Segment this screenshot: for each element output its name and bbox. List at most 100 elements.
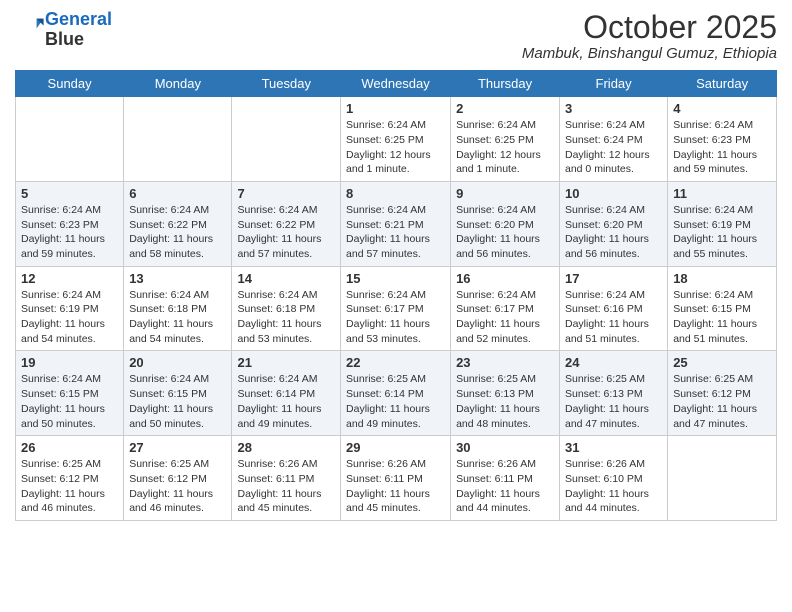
day-info: Sunrise: 6:26 AMSunset: 6:11 PMDaylight:… — [346, 457, 445, 516]
day-number: 4 — [673, 101, 771, 116]
calendar-cell: 24 Sunrise: 6:25 AMSunset: 6:13 PMDayligh… — [560, 351, 668, 436]
calendar-cell: 22Sunrise: 6:25 AMSunset: 6:14 PMDayligh… — [341, 351, 451, 436]
calendar-cell: 9 Sunrise: 6:24 AMSunset: 6:20 PMDaylight… — [451, 181, 560, 266]
day-number: 30 — [456, 440, 554, 455]
calendar-cell: 29 Sunrise: 6:26 AMSunset: 6:11 PMDayligh… — [341, 436, 451, 521]
calendar-cell: 10Sunrise: 6:24 AMSunset: 6:20 PMDayligh… — [560, 181, 668, 266]
day-info: Sunrise: 6:24 AMSunset: 6:20 PMDaylight:… — [456, 203, 554, 262]
calendar-cell: 14Sunrise: 6:24 AMSunset: 6:18 PMDayligh… — [232, 266, 341, 351]
day-number: 5 — [21, 186, 118, 201]
weekday-header-sunday: Sunday — [16, 71, 124, 97]
weekday-header-monday: Monday — [124, 71, 232, 97]
day-info: Sunrise: 6:24 AMSunset: 6:15 PMDaylight:… — [673, 288, 771, 347]
calendar-cell: 23 Sunrise: 6:25 AMSunset: 6:13 PMDayligh… — [451, 351, 560, 436]
day-info: Sunrise: 6:24 AMSunset: 6:19 PMDaylight:… — [673, 203, 771, 262]
day-info: Sunrise: 6:26 AMSunset: 6:11 PMDaylight:… — [237, 457, 335, 516]
day-number: 20 — [129, 355, 226, 370]
day-info: Sunrise: 6:25 AMSunset: 6:12 PMDaylight:… — [673, 372, 771, 431]
calendar-cell — [124, 97, 232, 182]
day-number: 28 — [237, 440, 335, 455]
day-number: 19 — [21, 355, 118, 370]
logo-icon — [17, 13, 45, 41]
day-number: 11 — [673, 186, 771, 201]
calendar-week-row: 26 Sunrise: 6:25 AMSunset: 6:12 PMDayligh… — [16, 436, 777, 521]
weekday-header-thursday: Thursday — [451, 71, 560, 97]
day-number: 2 — [456, 101, 554, 116]
day-info: Sunrise: 6:24 AMSunset: 6:25 PMDaylight:… — [346, 118, 445, 177]
day-number: 9 — [456, 186, 554, 201]
weekday-header-row: SundayMondayTuesdayWednesdayThursdayFrid… — [16, 71, 777, 97]
day-info: Sunrise: 6:24 AMSunset: 6:17 PMDaylight:… — [346, 288, 445, 347]
day-info: Sunrise: 6:26 AMSunset: 6:10 PMDaylight:… — [565, 457, 662, 516]
weekday-header-friday: Friday — [560, 71, 668, 97]
day-number: 25 — [673, 355, 771, 370]
day-number: 3 — [565, 101, 662, 116]
day-info: Sunrise: 6:24 AMSunset: 6:23 PMDaylight:… — [21, 203, 118, 262]
calendar-cell: 7 Sunrise: 6:24 AMSunset: 6:22 PMDaylight… — [232, 181, 341, 266]
calendar-cell: 5 Sunrise: 6:24 AMSunset: 6:23 PMDaylight… — [16, 181, 124, 266]
calendar-cell — [668, 436, 777, 521]
day-number: 7 — [237, 186, 335, 201]
day-number: 12 — [21, 271, 118, 286]
calendar-cell: 8Sunrise: 6:24 AMSunset: 6:21 PMDaylight… — [341, 181, 451, 266]
logo: General Blue — [15, 10, 112, 50]
calendar-cell: 6Sunrise: 6:24 AMSunset: 6:22 PMDaylight… — [124, 181, 232, 266]
day-number: 24 — [565, 355, 662, 370]
calendar-cell: 13 Sunrise: 6:24 AMSunset: 6:18 PMDayligh… — [124, 266, 232, 351]
calendar-cell: 2 Sunrise: 6:24 AMSunset: 6:25 PMDaylight… — [451, 97, 560, 182]
day-info: Sunrise: 6:24 AMSunset: 6:18 PMDaylight:… — [237, 288, 335, 347]
calendar-cell: 26Sunrise: 6:25 AMSunset: 6:12 PMDayligh… — [16, 436, 124, 521]
weekday-header-tuesday: Tuesday — [232, 71, 341, 97]
calendar-week-row: 1 Sunrise: 6:24 AMSunset: 6:25 PMDaylight… — [16, 97, 777, 182]
calendar-cell: 21Sunrise: 6:24 AMSunset: 6:14 PMDayligh… — [232, 351, 341, 436]
calendar-week-row: 5 Sunrise: 6:24 AMSunset: 6:23 PMDaylight… — [16, 181, 777, 266]
title-block: October 2025 Mambuk, Binshangul Gumuz, E… — [522, 10, 777, 62]
day-number: 26 — [21, 440, 118, 455]
day-info: Sunrise: 6:25 AMSunset: 6:12 PMDaylight:… — [129, 457, 226, 516]
day-number: 16 — [456, 271, 554, 286]
day-info: Sunrise: 6:24 AMSunset: 6:15 PMDaylight:… — [21, 372, 118, 431]
calendar-cell: 31 Sunrise: 6:26 AMSunset: 6:10 PMDayligh… — [560, 436, 668, 521]
calendar-cell: 3 Sunrise: 6:24 AMSunset: 6:24 PMDaylight… — [560, 97, 668, 182]
calendar-cell — [232, 97, 341, 182]
logo-text: General Blue — [45, 10, 112, 50]
calendar-cell: 18 Sunrise: 6:24 AMSunset: 6:15 PMDayligh… — [668, 266, 777, 351]
calendar-cell: 15 Sunrise: 6:24 AMSunset: 6:17 PMDayligh… — [341, 266, 451, 351]
calendar-cell: 12Sunrise: 6:24 AMSunset: 6:19 PMDayligh… — [16, 266, 124, 351]
day-number: 21 — [237, 355, 335, 370]
day-info: Sunrise: 6:24 AMSunset: 6:24 PMDaylight:… — [565, 118, 662, 177]
calendar-cell: 20 Sunrise: 6:24 AMSunset: 6:15 PMDayligh… — [124, 351, 232, 436]
day-info: Sunrise: 6:24 AMSunset: 6:22 PMDaylight:… — [129, 203, 226, 262]
weekday-header-saturday: Saturday — [668, 71, 777, 97]
day-number: 13 — [129, 271, 226, 286]
calendar-cell: 11 Sunrise: 6:24 AMSunset: 6:19 PMDayligh… — [668, 181, 777, 266]
calendar-cell — [16, 97, 124, 182]
page: General Blue October 2025 Mambuk, Binsha… — [0, 0, 792, 612]
calendar-week-row: 12Sunrise: 6:24 AMSunset: 6:19 PMDayligh… — [16, 266, 777, 351]
calendar-table: SundayMondayTuesdayWednesdayThursdayFrid… — [15, 70, 777, 521]
day-number: 31 — [565, 440, 662, 455]
day-number: 1 — [346, 101, 445, 116]
weekday-header-wednesday: Wednesday — [341, 71, 451, 97]
calendar-cell: 28 Sunrise: 6:26 AMSunset: 6:11 PMDayligh… — [232, 436, 341, 521]
day-number: 23 — [456, 355, 554, 370]
day-info: Sunrise: 6:24 AMSunset: 6:25 PMDaylight:… — [456, 118, 554, 177]
calendar-cell: 4Sunrise: 6:24 AMSunset: 6:23 PMDaylight… — [668, 97, 777, 182]
day-info: Sunrise: 6:24 AMSunset: 6:15 PMDaylight:… — [129, 372, 226, 431]
day-info: Sunrise: 6:26 AMSunset: 6:11 PMDaylight:… — [456, 457, 554, 516]
day-number: 15 — [346, 271, 445, 286]
day-number: 29 — [346, 440, 445, 455]
day-info: Sunrise: 6:24 AMSunset: 6:17 PMDaylight:… — [456, 288, 554, 347]
calendar-cell: 1 Sunrise: 6:24 AMSunset: 6:25 PMDaylight… — [341, 97, 451, 182]
day-info: Sunrise: 6:24 AMSunset: 6:16 PMDaylight:… — [565, 288, 662, 347]
day-number: 27 — [129, 440, 226, 455]
day-number: 22 — [346, 355, 445, 370]
day-info: Sunrise: 6:24 AMSunset: 6:22 PMDaylight:… — [237, 203, 335, 262]
day-number: 17 — [565, 271, 662, 286]
day-number: 18 — [673, 271, 771, 286]
day-info: Sunrise: 6:24 AMSunset: 6:18 PMDaylight:… — [129, 288, 226, 347]
day-info: Sunrise: 6:25 AMSunset: 6:13 PMDaylight:… — [565, 372, 662, 431]
month-title: October 2025 — [522, 10, 777, 45]
calendar-week-row: 19 Sunrise: 6:24 AMSunset: 6:15 PMDayligh… — [16, 351, 777, 436]
day-info: Sunrise: 6:25 AMSunset: 6:13 PMDaylight:… — [456, 372, 554, 431]
